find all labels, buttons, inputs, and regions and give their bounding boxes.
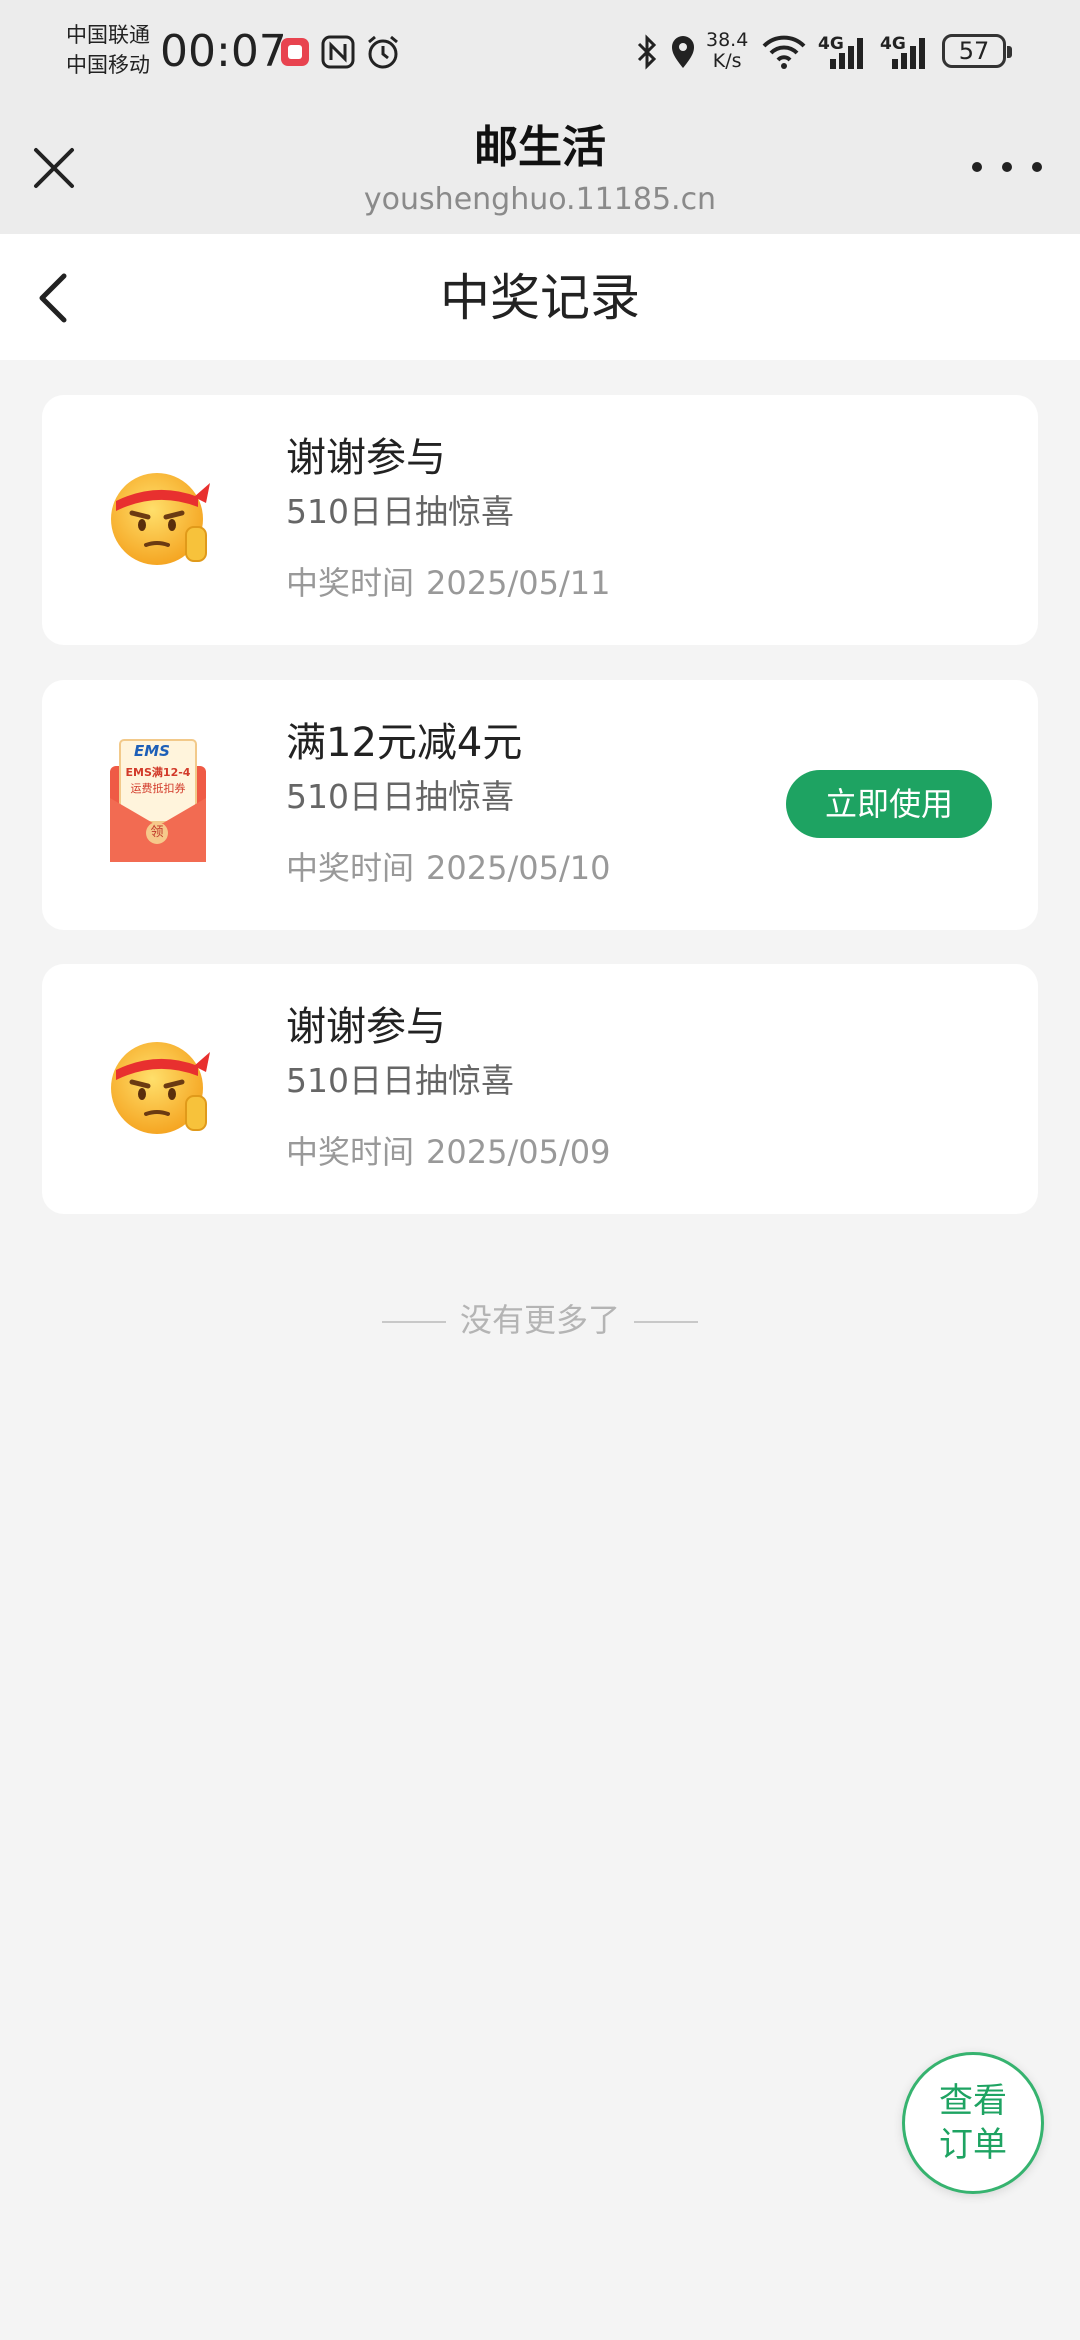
battery-level: 57 bbox=[958, 37, 990, 65]
signal-icon bbox=[826, 30, 870, 74]
more-dot-icon bbox=[1002, 162, 1012, 172]
divider bbox=[634, 1321, 698, 1323]
browser-url: youshenghuo.11185.cn bbox=[363, 182, 717, 217]
coupon-subtext: 运费抵扣券 bbox=[130, 782, 186, 795]
carrier-1: 中国联通 bbox=[66, 23, 150, 47]
coupon-text: EMS满12-4 bbox=[125, 766, 191, 779]
bluetooth-icon bbox=[632, 30, 662, 74]
record-activity: 510日日抽惊喜 bbox=[286, 1061, 514, 1100]
record-time-label: 中奖时间 bbox=[286, 849, 415, 887]
view-orders-button[interactable]: 查看订单 bbox=[902, 2052, 1044, 2194]
end-of-list-text: 没有更多了 bbox=[459, 1301, 620, 1339]
ems-coupon-envelope-icon: EMS EMS满12-4 运费抵扣券 领 bbox=[106, 736, 210, 866]
record-activity: 510日日抽惊喜 bbox=[286, 777, 514, 816]
use-now-button[interactable]: 立即使用 bbox=[786, 770, 992, 838]
nfc-icon bbox=[320, 30, 356, 74]
prize-record-card: 谢谢参与 510日日抽惊喜 中奖时间 2025/05/09 bbox=[42, 964, 1038, 1214]
coupon-brand: EMS bbox=[134, 742, 170, 760]
divider bbox=[381, 1321, 446, 1323]
record-time-value: 2025/05/09 bbox=[426, 1133, 611, 1171]
emoji-face-icon bbox=[102, 1026, 222, 1146]
app-notification-icon bbox=[278, 30, 312, 74]
more-options-button[interactable] bbox=[972, 152, 1042, 182]
more-dot-icon bbox=[972, 162, 982, 172]
record-time: 中奖时间 2025/05/09 bbox=[286, 1130, 610, 1174]
prize-record-card: 谢谢参与 510日日抽惊喜 中奖时间 2025/05/11 bbox=[42, 395, 1038, 645]
view-orders-label: 查看订单 bbox=[939, 2081, 1007, 2165]
emoji-face-icon bbox=[102, 457, 222, 577]
record-activity: 510日日抽惊喜 bbox=[286, 492, 514, 531]
record-time-value: 2025/05/10 bbox=[426, 849, 611, 887]
battery-icon: 57 bbox=[942, 34, 1012, 68]
browser-header: 邮生活 youshenghuo.11185.cn bbox=[0, 106, 1080, 234]
page-header: 中奖记录 bbox=[0, 234, 1080, 360]
end-of-list-indicator: 没有更多了 bbox=[0, 1296, 1080, 1344]
net-speed: 38.4 K/s bbox=[706, 30, 748, 72]
app-screen: 中国联通 中国移动 00:07 38.4 K/s 4G 4G 57 邮生活 yo… bbox=[0, 0, 1080, 2340]
record-time: 中奖时间 2025/05/11 bbox=[286, 561, 610, 605]
location-icon bbox=[668, 30, 698, 74]
prize-record-card: EMS EMS满12-4 运费抵扣券 领 满12元减4元 510日日抽惊喜 中奖… bbox=[42, 680, 1038, 930]
browser-title: 邮生活 bbox=[474, 122, 606, 173]
status-time: 00:07 bbox=[160, 26, 287, 77]
alarm-icon bbox=[364, 30, 402, 74]
record-time: 中奖时间 2025/05/10 bbox=[286, 846, 610, 890]
record-title: 满12元减4元 bbox=[286, 720, 523, 766]
record-title: 谢谢参与 bbox=[286, 1004, 446, 1050]
coupon-seal: 领 bbox=[146, 822, 168, 844]
record-title: 谢谢参与 bbox=[286, 435, 446, 481]
wifi-icon bbox=[760, 30, 808, 74]
status-bar: 中国联通 中国移动 00:07 38.4 K/s 4G 4G 57 bbox=[0, 0, 1080, 106]
signal-icon bbox=[888, 30, 932, 74]
net-speed-value: 38.4 bbox=[706, 29, 749, 51]
carrier-2: 中国移动 bbox=[66, 53, 150, 77]
record-time-label: 中奖时间 bbox=[286, 564, 415, 602]
carrier-info: 中国联通 中国移动 bbox=[66, 20, 150, 80]
record-time-label: 中奖时间 bbox=[286, 1133, 415, 1171]
net-speed-unit: K/s bbox=[712, 50, 742, 72]
record-time-value: 2025/05/11 bbox=[426, 564, 611, 602]
page-title: 中奖记录 bbox=[440, 269, 640, 327]
more-dot-icon bbox=[1032, 162, 1042, 172]
